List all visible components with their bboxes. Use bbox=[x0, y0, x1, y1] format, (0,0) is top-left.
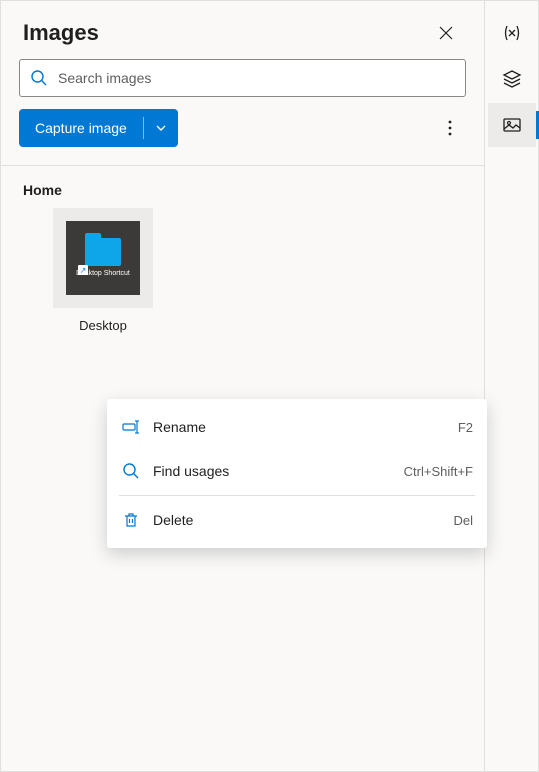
image-item[interactable]: ↗ Desktop Shortcut Desktop bbox=[53, 208, 153, 333]
search-icon bbox=[30, 69, 48, 87]
folder-icon bbox=[85, 238, 121, 266]
more-vertical-icon bbox=[448, 120, 452, 136]
images-icon bbox=[502, 115, 522, 135]
toolbar: Capture image bbox=[1, 109, 484, 165]
capture-image-split-button: Capture image bbox=[19, 109, 178, 147]
context-menu: Rename F2 Find usages Ctrl+Shift+F Delet… bbox=[107, 399, 487, 548]
close-button[interactable] bbox=[430, 17, 462, 49]
panel-title: Images bbox=[23, 20, 99, 46]
menu-label: Delete bbox=[153, 512, 453, 528]
menu-item-rename[interactable]: Rename F2 bbox=[107, 405, 487, 449]
rail-item-layers[interactable] bbox=[488, 57, 536, 101]
folder-name: Home bbox=[23, 182, 462, 198]
more-actions-button[interactable] bbox=[434, 112, 466, 144]
rail-item-variables[interactable] bbox=[488, 11, 536, 55]
images-panel: Images Capture image Home bbox=[0, 0, 485, 772]
menu-shortcut: F2 bbox=[458, 420, 473, 435]
layers-icon bbox=[502, 69, 522, 89]
menu-shortcut: Del bbox=[453, 513, 473, 528]
image-thumbnail: ↗ Desktop Shortcut bbox=[53, 208, 153, 308]
rail-item-images[interactable] bbox=[488, 103, 536, 147]
search-input[interactable] bbox=[58, 70, 455, 86]
search-icon bbox=[121, 461, 141, 481]
menu-label: Rename bbox=[153, 419, 458, 435]
capture-image-dropdown[interactable] bbox=[144, 109, 178, 147]
search-container bbox=[1, 59, 484, 109]
menu-item-delete[interactable]: Delete Del bbox=[107, 498, 487, 542]
capture-image-button[interactable]: Capture image bbox=[19, 109, 143, 147]
menu-label: Find usages bbox=[153, 463, 404, 479]
right-rail bbox=[485, 0, 539, 772]
variables-icon bbox=[502, 23, 522, 43]
shortcut-badge-icon: ↗ bbox=[78, 265, 88, 275]
thumbnail-preview: ↗ Desktop Shortcut bbox=[66, 221, 140, 295]
close-icon bbox=[439, 26, 453, 40]
thumbnail-row: ↗ Desktop Shortcut Desktop bbox=[23, 208, 462, 333]
menu-divider bbox=[119, 495, 475, 496]
image-caption: Desktop bbox=[79, 318, 127, 333]
delete-icon bbox=[121, 510, 141, 530]
search-box[interactable] bbox=[19, 59, 466, 97]
menu-item-find-usages[interactable]: Find usages Ctrl+Shift+F bbox=[107, 449, 487, 493]
panel-header: Images bbox=[1, 1, 484, 59]
chevron-down-icon bbox=[155, 122, 167, 134]
rename-icon bbox=[121, 417, 141, 437]
menu-shortcut: Ctrl+Shift+F bbox=[404, 464, 473, 479]
content-area: Home ↗ Desktop Shortcut Desktop bbox=[1, 166, 484, 349]
